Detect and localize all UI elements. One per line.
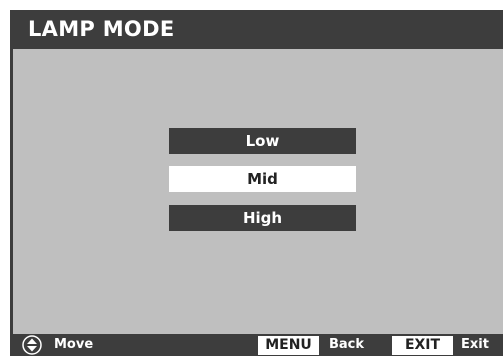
move-label: Move [54,337,94,352]
option-low[interactable]: Low [169,128,356,154]
back-label: Back [329,337,365,352]
menu-key[interactable]: MENU [258,336,319,355]
exit-label: Exit [461,337,489,352]
exit-key[interactable]: EXIT [392,336,453,355]
page-title: LAMP MODE [10,10,503,49]
option-high[interactable]: High [169,205,356,231]
options-area: Low Mid High [13,49,503,334]
footer-bar: Move MENU Back EXIT Exit [10,334,503,356]
osd-screen: LAMP MODE Low Mid High Move MENU Back EX… [0,0,503,356]
lamp-mode-panel: LAMP MODE Low Mid High Move MENU Back EX… [10,10,503,356]
updown-arrows-icon [22,335,42,355]
option-mid[interactable]: Mid [169,166,356,192]
